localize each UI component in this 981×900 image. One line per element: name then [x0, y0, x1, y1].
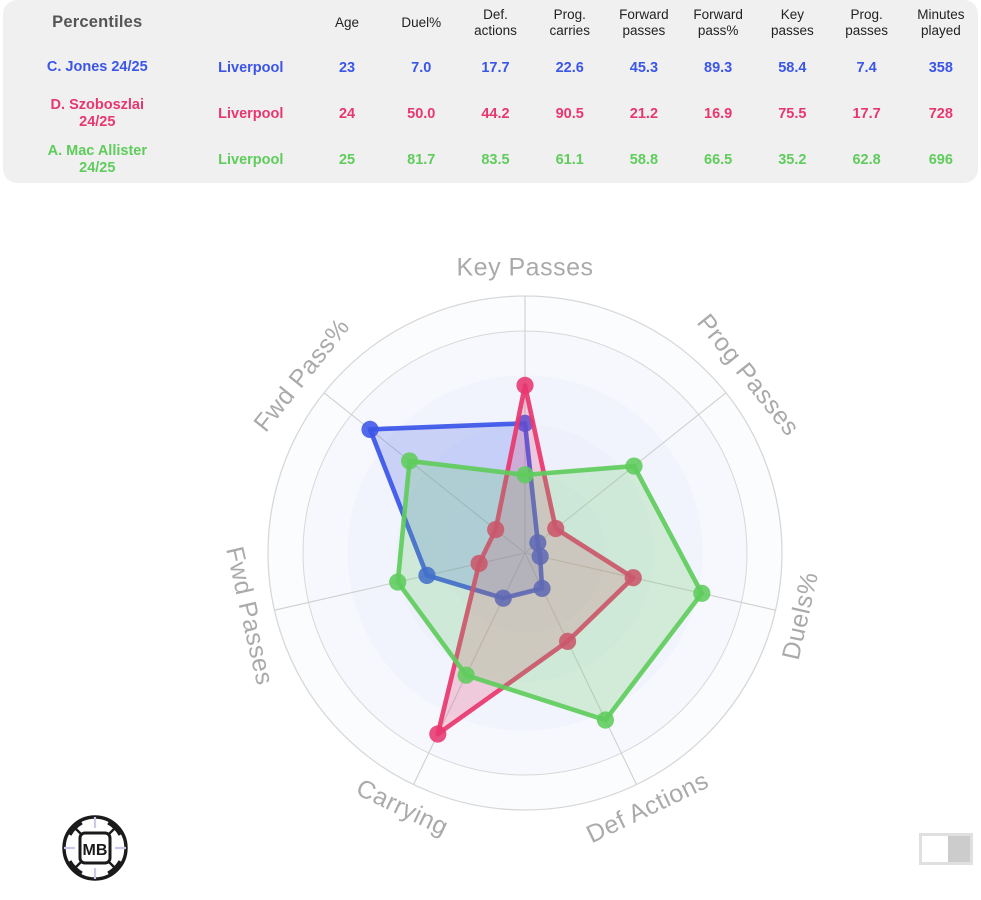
player-name-line1: A. Mac Allister [47, 142, 147, 159]
stat-cell: 75.5 [778, 106, 807, 122]
column-header-duel-pct: Duel% [384, 0, 458, 45]
radar-data-point [361, 420, 379, 438]
radar-data-point [693, 584, 711, 602]
stat-cell: 696 [928, 152, 953, 168]
column-header-def-actions-line2: actions [474, 22, 517, 38]
stat-cell: 7.4 [856, 60, 877, 76]
stat-cell: 50.0 [407, 106, 436, 122]
axis-label-key-passes: Key Passes [456, 254, 593, 282]
radar-data-point [400, 452, 419, 470]
player-team-cell: Liverpool [218, 106, 284, 122]
column-header-prog-passes: Prog. passes [829, 0, 903, 45]
column-header-age: Age [310, 0, 384, 45]
football-logo-text: MB [83, 842, 108, 859]
table-row: C. Jones 24/25 Liverpool 23 7.0 17.7 22.6 45.3… [3, 45, 978, 91]
stat-cell: 25 [338, 152, 356, 168]
column-header-forward-pass-pct-line1: Forward [693, 7, 743, 23]
radar-data-point [625, 457, 643, 475]
radar-data-point [429, 725, 447, 743]
column-header-forward-passes: Forward passes [607, 0, 681, 45]
column-header-prog-carries: Prog. carries [533, 0, 607, 45]
stat-cell: 58.8 [629, 152, 659, 168]
stat-cell: 728 [928, 106, 953, 122]
column-header-forward-passes-line1: Forward [619, 7, 669, 23]
player-name-line2: 24/25 [79, 160, 116, 176]
table-row: D. Szoboszlai 24/25 Liverpool 24 50.0 44.2 90.… [3, 91, 978, 137]
column-header-def-actions: Def. actions [458, 0, 532, 45]
radar-data-point [516, 376, 534, 394]
table-row: A. Mac Allister 24/25 Liverpool 25 81.7 83.5 6… [3, 137, 978, 183]
stat-cell: 21.2 [629, 106, 659, 122]
percentiles-table: Percentiles Age Duel% Def. actions Prog. [3, 0, 978, 183]
stat-cell: 17.7 [852, 106, 881, 122]
player-name-cell: C. Jones 24/25 [3, 45, 192, 91]
column-header-forward-pass-pct-line2: pass% [697, 22, 739, 38]
column-header-forward-passes-line2: passes [622, 22, 666, 38]
column-header-key-passes-line1: Key [780, 7, 804, 23]
stat-cell: 358 [928, 60, 953, 76]
stat-cell: 23 [338, 60, 356, 76]
footer-badge [919, 833, 973, 865]
table-body: C. Jones 24/25 Liverpool 23 7.0 17.7 22.6 45.3… [3, 45, 978, 183]
table-title: Percentiles [52, 13, 143, 31]
axis-label-duels: Duels% [777, 569, 824, 662]
player-name-line2: 24/25 [79, 114, 116, 130]
stat-cell: 44.2 [481, 106, 510, 122]
table-title-cell: Percentiles [3, 0, 192, 45]
column-header-team [192, 0, 310, 45]
stat-cell: 83.5 [481, 152, 510, 168]
football-logo: MB [61, 814, 129, 882]
stat-cell: 90.5 [555, 106, 584, 122]
column-header-prog-passes-line2: passes [845, 22, 888, 38]
column-header-minutes-played-line1: Minutes [917, 7, 965, 23]
stat-cell: 45.3 [629, 60, 659, 76]
table-head: Percentiles Age Duel% Def. actions Prog. [3, 0, 978, 45]
footer-badge-inner [922, 836, 948, 862]
column-header-prog-carries-line2: carries [549, 22, 590, 38]
radar-chart-area: Key Passes Prog Passes Duels% Def Actions Ca… [0, 196, 981, 900]
column-header-key-passes-line2: passes [770, 22, 814, 38]
stat-cell: 89.3 [704, 60, 733, 76]
radar-chart: Key PassesProg PassesDuels%Def ActionsCa… [220, 254, 824, 849]
radar-data-point [516, 466, 534, 484]
column-header-prog-passes-line1: Prog. [850, 7, 883, 23]
column-header-minutes-played-line2: played [920, 22, 961, 38]
player-team-cell: Liverpool [218, 60, 284, 76]
column-header-def-actions-line1: Def. [483, 7, 508, 23]
player-team-cell: Liverpool [218, 152, 284, 168]
radar-data-point [596, 711, 615, 729]
column-header-duel-pct-line1: Duel% [401, 14, 442, 30]
stat-cell: 24 [338, 106, 356, 122]
stat-cell: 17.7 [481, 60, 510, 76]
football-logo-icon: MB [62, 815, 128, 881]
table-header-row: Percentiles Age Duel% Def. actions Prog. [3, 0, 978, 45]
radar-data-point [389, 573, 407, 591]
stat-cell: 7.0 [411, 60, 432, 76]
column-header-minutes-played: Minutes played [904, 0, 978, 45]
player-name-cell: A. Mac Allister 24/25 [3, 137, 192, 183]
stat-cell: 61.1 [555, 152, 584, 168]
stat-cell: 62.8 [852, 152, 881, 168]
percentiles-table-panel: Percentiles Age Duel% Def. actions Prog. [3, 0, 978, 183]
stat-cell: 35.2 [778, 152, 807, 168]
column-header-key-passes: Key passes [755, 0, 829, 45]
stat-cell: 22.6 [555, 60, 584, 76]
stat-cell: 16.9 [704, 106, 733, 122]
column-header-forward-pass-pct: Forward pass% [681, 0, 755, 45]
column-header-age-line1: Age [335, 14, 360, 30]
stat-cell: 66.5 [704, 152, 733, 168]
player-name-line1: C. Jones 24/25 [46, 59, 148, 76]
player-name-line1: D. Szoboszlai [50, 96, 145, 113]
stat-cell: 58.4 [778, 60, 807, 76]
column-header-prog-carries-line1: Prog. [553, 7, 586, 23]
radar-data-point [457, 666, 475, 684]
stat-cell: 81.7 [407, 152, 436, 168]
player-name-cell: D. Szoboszlai 24/25 [3, 91, 192, 137]
